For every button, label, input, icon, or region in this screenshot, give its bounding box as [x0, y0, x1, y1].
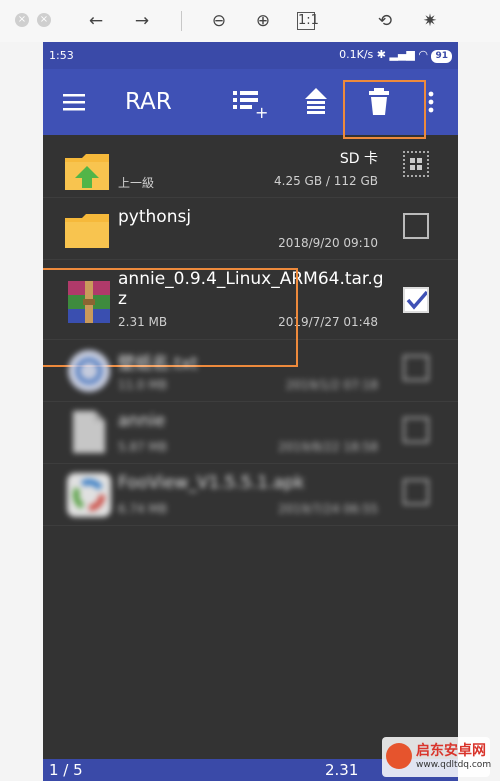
magic-wand-icon[interactable]: ✷ — [418, 9, 442, 33]
storage-capacity: 4.25 GB / 112 GB — [274, 174, 378, 188]
file-blurred-icon — [68, 350, 110, 392]
row-checkbox[interactable] — [403, 355, 429, 381]
site-watermark: 启东安卓网 www.qdltdq.com — [382, 737, 492, 777]
add-to-archive-icon[interactable]: + — [233, 89, 269, 119]
file-size: 6.74 MB — [118, 502, 168, 516]
fit-icon[interactable]: 1:1 — [297, 12, 319, 30]
file-size: 11.0 MB — [118, 378, 168, 392]
row-checkbox[interactable] — [403, 479, 429, 505]
file-size: 5.87 MB — [118, 440, 168, 454]
document-icon — [73, 411, 105, 453]
row-checkbox[interactable] — [403, 213, 429, 239]
svg-text:+: + — [255, 103, 268, 119]
file-name: 壁纸名.txt — [118, 354, 198, 374]
rotate-icon[interactable]: ⟲ — [373, 9, 397, 33]
status-icons: 0.1K/s ✱ ▂▄▆ ◠ 91 — [339, 48, 452, 63]
zoom-out-icon[interactable]: ⊖ — [207, 9, 231, 33]
selection-size: 2.31 — [325, 761, 359, 779]
list-item-file[interactable]: annie 5.87 MB 2019/8/22 18:58 — [43, 401, 458, 464]
network-speed: 0.1K/s — [339, 48, 374, 61]
select-all-icon[interactable] — [403, 151, 429, 177]
file-date: 2018/9/20 09:10 — [278, 236, 378, 250]
status-bar: 1:53 0.1K/s ✱ ▂▄▆ ◠ 91 — [43, 42, 458, 69]
file-date: 2019/1/2 07:18 — [285, 378, 378, 392]
file-date: 2019/7/24 06:55 — [278, 502, 378, 516]
forward-icon[interactable]: → — [130, 9, 154, 33]
toolbar-divider — [181, 11, 182, 31]
signal-icon: ▂▄▆ — [389, 48, 419, 61]
delete-button-highlight — [343, 80, 426, 139]
storage-label: SD 卡 — [339, 151, 378, 167]
watermark-logo-icon — [386, 743, 412, 769]
menu-icon[interactable] — [63, 93, 85, 111]
wifi-icon: ◠ — [418, 48, 432, 61]
list-item-parent[interactable]: SD 卡 上一級 4.25 GB / 112 GB — [43, 135, 458, 198]
list-item-folder[interactable]: pythonsj 2018/9/20 09:10 — [43, 197, 458, 260]
row-label: 上一級 — [118, 176, 155, 190]
file-date: 2019/8/22 18:58 — [278, 440, 378, 454]
file-name: pythonsj — [118, 207, 192, 227]
watermark-url: www.qdltdq.com — [416, 760, 492, 770]
list-item-file[interactable]: FooView_V1.5.5.1.apk 6.74 MB 2019/7/24 0… — [43, 463, 458, 526]
file-name: annie — [118, 411, 166, 431]
row-checkbox-checked[interactable] — [403, 287, 429, 313]
viewer-toolbar: × × ← → ⊖ ⊕ 1:1 ⟲ ✷ — [0, 0, 500, 42]
app-icon — [67, 473, 111, 517]
watermark-title: 启东安卓网 — [416, 743, 486, 759]
status-time: 1:53 — [49, 49, 74, 62]
list-item-file[interactable]: 壁纸名.txt 11.0 MB 2019/1/2 07:18 — [43, 339, 458, 402]
row-checkbox[interactable] — [403, 417, 429, 443]
extract-icon[interactable] — [303, 88, 329, 118]
battery-badge: 91 — [431, 50, 452, 63]
folder-icon — [65, 214, 109, 248]
app-title: RAR — [125, 89, 172, 115]
back-icon[interactable]: ← — [84, 9, 108, 33]
bluetooth-icon: ✱ — [376, 48, 390, 61]
file-name: FooView_V1.5.5.1.apk — [118, 473, 305, 493]
zoom-in-icon[interactable]: ⊕ — [251, 9, 275, 33]
minimize-window-icon[interactable]: × — [37, 13, 51, 27]
close-window-icon[interactable]: × — [15, 13, 29, 27]
phone-screen: 1:53 0.1K/s ✱ ▂▄▆ ◠ 91 RAR + SD 卡 上一級 4.… — [43, 42, 458, 781]
more-options-icon[interactable] — [428, 91, 434, 113]
page-indicator: 1 / 5 — [49, 761, 83, 779]
folder-up-icon — [65, 154, 109, 190]
